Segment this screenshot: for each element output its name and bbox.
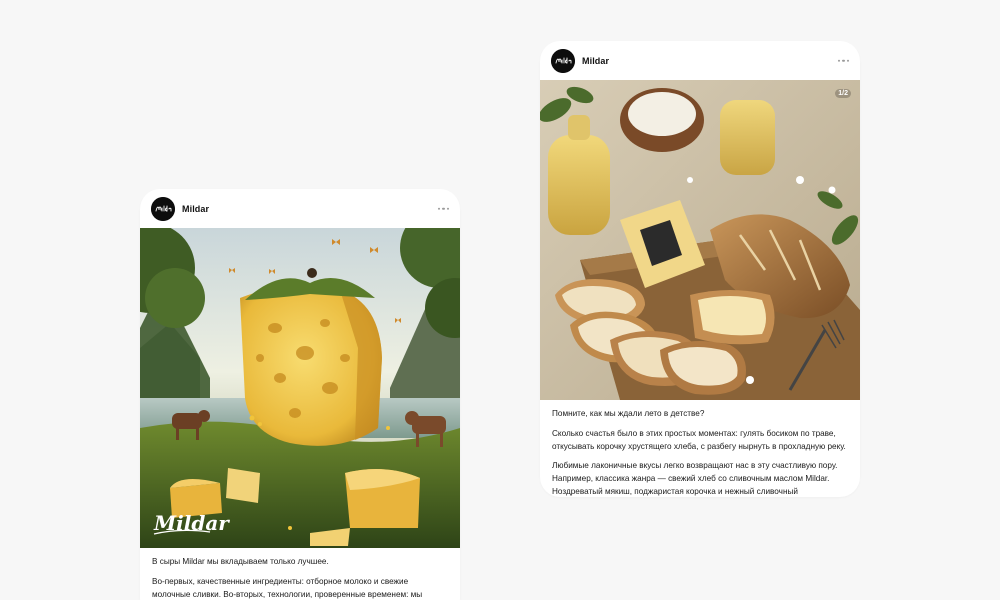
more-options-button[interactable] bbox=[837, 55, 849, 65]
caption-paragraph: Во-первых, качественные ингредиенты: отб… bbox=[152, 576, 423, 599]
brand-logo-icon bbox=[151, 196, 175, 221]
feed-canvas: Mildar Mildar В сыры Mildar мы вкладывае… bbox=[0, 0, 1000, 600]
post-header: Mildar bbox=[540, 41, 860, 80]
post-photo-carousel[interactable]: 1/2 bbox=[540, 80, 860, 400]
brand-logo-icon bbox=[551, 48, 575, 73]
post-photo[interactable]: Mildar bbox=[140, 228, 460, 548]
account-avatar[interactable] bbox=[551, 48, 575, 73]
slide-counter: 1/2 bbox=[835, 89, 851, 98]
account-name[interactable]: Mildar bbox=[182, 204, 209, 214]
bread-picnic-image bbox=[540, 80, 860, 400]
post-card-bread: Mildar 1/2 Помните, как мы ждали лето в … bbox=[540, 41, 860, 497]
caption-paragraph: В сыры Mildar мы вкладываем только лучше… bbox=[152, 557, 329, 566]
post-caption: Помните, как мы ждали лето в детстве? Ск… bbox=[540, 400, 860, 497]
account-avatar[interactable] bbox=[151, 196, 175, 221]
post-card-cheese: Mildar Mildar В сыры Mildar мы вкладывае… bbox=[140, 189, 460, 600]
more-horizontal-icon bbox=[837, 59, 841, 62]
caption-paragraph: Сколько счастья было в этих простых моме… bbox=[552, 428, 846, 451]
cheese-landscape-image: Mildar bbox=[140, 228, 460, 548]
caption-paragraph: Любимые лаконичные вкусы легко возвращаю… bbox=[552, 461, 838, 496]
post-caption: В сыры Mildar мы вкладываем только лучше… bbox=[140, 548, 460, 600]
more-horizontal-icon bbox=[437, 207, 441, 210]
account-name[interactable]: Mildar bbox=[582, 56, 609, 66]
post-header: Mildar bbox=[140, 189, 460, 228]
more-options-button[interactable] bbox=[437, 203, 449, 213]
caption-paragraph: Помните, как мы ждали лето в детстве? bbox=[552, 409, 705, 418]
